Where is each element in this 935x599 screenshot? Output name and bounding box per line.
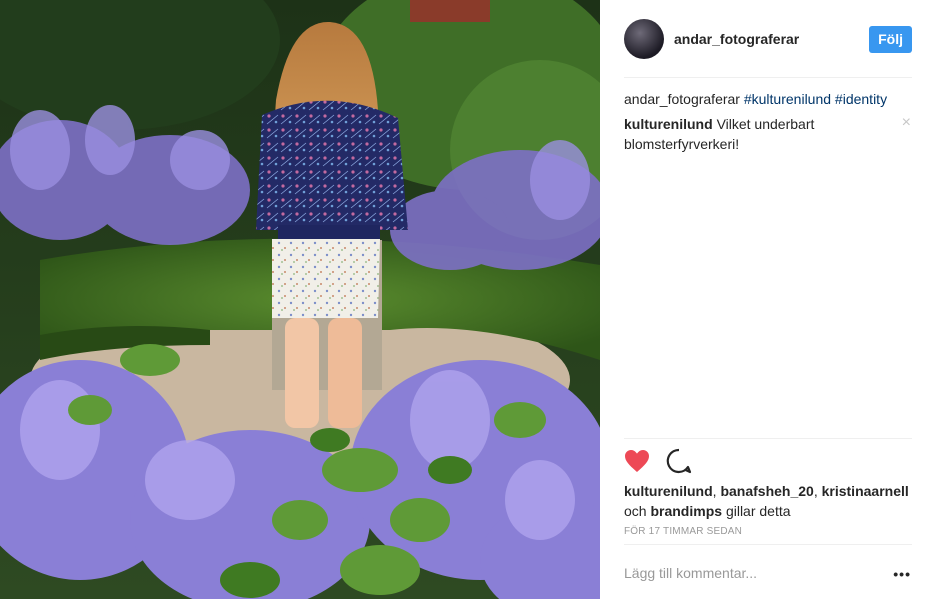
action-bar — [624, 448, 708, 474]
post-photo[interactable] — [0, 0, 600, 599]
likes-separator: , — [813, 483, 822, 499]
like-user[interactable]: kulturenilund — [624, 483, 713, 499]
like-user[interactable]: kristinaarnell — [822, 483, 909, 499]
more-options-icon[interactable]: ••• — [893, 566, 911, 582]
post-header: andar_fotograferar Följ — [624, 18, 912, 60]
actions-divider — [624, 438, 912, 439]
close-icon[interactable]: × — [902, 113, 911, 133]
likes-suffix: gillar detta — [725, 503, 791, 519]
comment-username[interactable]: kulturenilund — [624, 116, 713, 132]
post-timestamp[interactable]: FÖR 17 TIMMAR SEDAN — [624, 526, 742, 537]
add-comment-input[interactable]: Lägg till kommentar... — [624, 565, 757, 581]
hashtag-kulturenilund[interactable]: #kulturenilund — [744, 91, 831, 107]
comment-icon[interactable] — [666, 448, 692, 474]
likes-and: och — [624, 503, 647, 519]
garden-photo-image — [0, 0, 600, 599]
caption-username[interactable]: andar_fotograferar — [624, 91, 740, 107]
like-user[interactable]: banafsheh_20 — [720, 483, 813, 499]
follow-button[interactable]: Följ — [869, 26, 912, 53]
like-user[interactable]: brandimps — [650, 503, 722, 519]
header-divider — [624, 77, 912, 78]
post-sidebar: andar_fotograferar Följ andar_fotografer… — [600, 0, 935, 599]
post-caption: andar_fotograferar #kulturenilund #ident… — [624, 89, 912, 110]
avatar[interactable] — [624, 19, 664, 59]
comment-divider — [624, 544, 912, 545]
comment: kulturenilund Vilket underbart blomsterf… — [624, 114, 884, 154]
hashtag-identity[interactable]: #identity — [835, 91, 887, 107]
instagram-post: andar_fotograferar Följ andar_fotografer… — [0, 0, 935, 599]
heart-icon[interactable] — [624, 448, 650, 474]
likes-summary: kulturenilund, banafsheh_20, kristinaarn… — [624, 481, 914, 521]
author-username[interactable]: andar_fotograferar — [674, 31, 799, 47]
